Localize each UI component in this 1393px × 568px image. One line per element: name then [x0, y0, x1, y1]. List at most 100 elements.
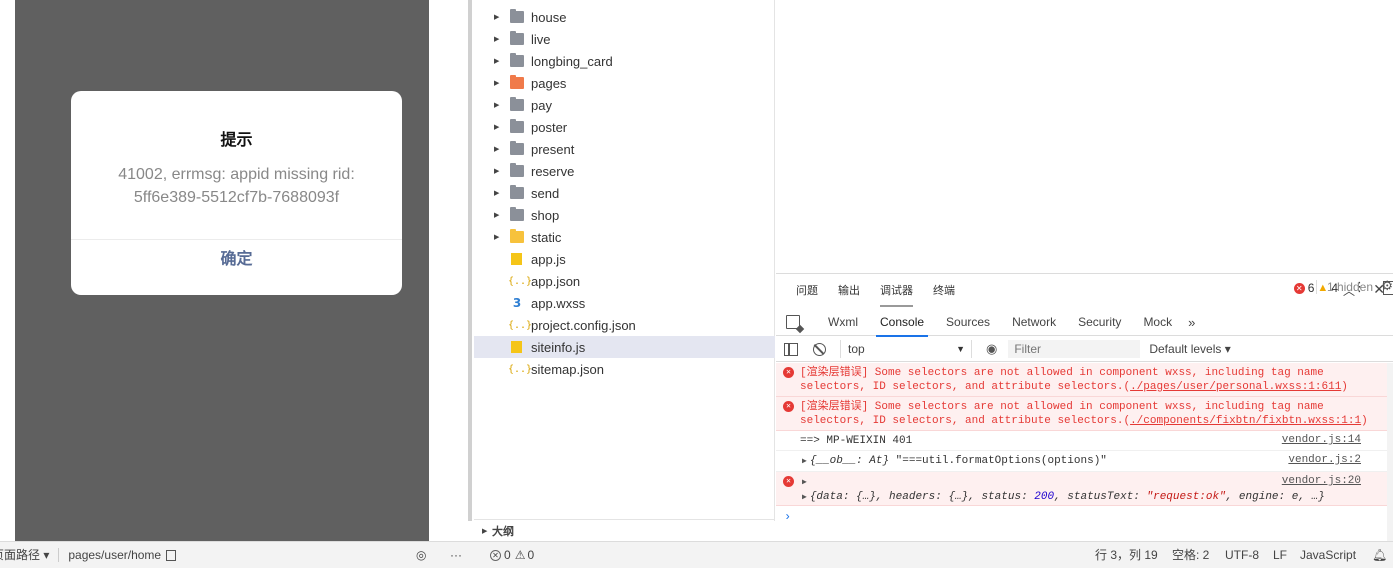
tree-item-label: shop [531, 207, 560, 223]
eye-icon[interactable]: ◉ [986, 341, 997, 357]
tree-folder-reserve[interactable]: ▶ reserve [474, 160, 775, 182]
folder-pages-icon [510, 75, 524, 89]
tab-sources[interactable]: Sources [946, 309, 990, 336]
preview-eye[interactable]: ◎ [416, 542, 426, 568]
tree-folder-live[interactable]: ▶ live [474, 28, 775, 50]
copy-icon[interactable] [166, 549, 177, 561]
caret-right-icon[interactable]: ▶ [494, 79, 504, 87]
caret-right-icon[interactable]: ▶ [494, 123, 504, 131]
problems-summary[interactable]: ✕ 0 ⚠ 0 [490, 542, 534, 568]
tab-problems[interactable]: 问题 [796, 278, 818, 302]
tree-folder-house[interactable]: ▶ house [474, 6, 775, 28]
filter-input[interactable] [1008, 340, 1141, 358]
context-select[interactable]: top ▼ [840, 340, 972, 358]
tab-wxml[interactable]: Wxml [828, 309, 858, 336]
more-options[interactable]: ··· [450, 542, 462, 568]
caret-right-icon[interactable]: ▶ [494, 189, 504, 197]
page-path[interactable]: 页面路径 ▾ pages/user/home [0, 542, 177, 568]
inspect-element-icon[interactable] [786, 315, 800, 329]
log-entry-error: ✕ ▶ ▶ {data: {…}, headers: {…}, status: 2… [776, 472, 1393, 506]
console-toolbar: top ▼ ◉ Default levels ▾ [776, 337, 1393, 362]
confirm-button[interactable]: 确定 [71, 240, 402, 295]
tab-network[interactable]: Network [1012, 309, 1056, 336]
modal-message-line1: 41002, errmsg: appid missing rid: [118, 166, 355, 183]
status-bar: 页面路径 ▾ pages/user/home ◎ ··· ✕ 0 ⚠ 0 行 3… [0, 541, 1393, 568]
dropdown-arrow-icon: ▼ [956, 344, 965, 354]
tree-file-app-wxss[interactable]: 3 app.wxss [474, 292, 775, 314]
more-icon[interactable]: ··· [450, 542, 462, 568]
source-link[interactable]: vendor.js:20 [1282, 475, 1361, 487]
caret-right-icon[interactable]: ▶ [494, 233, 504, 241]
sidebar-toggle-icon[interactable] [784, 342, 798, 356]
tree-file-siteinfo-js[interactable]: siteinfo.js [474, 336, 775, 358]
expand-arrow-icon[interactable]: ▶ [802, 457, 807, 466]
source-link[interactable]: vendor.js:14 [1282, 434, 1361, 446]
folder-icon [510, 97, 524, 111]
tree-folder-static[interactable]: ▶ static [474, 226, 775, 248]
caret-right-icon[interactable]: ▶ [494, 57, 504, 65]
clear-console-icon[interactable] [813, 342, 826, 356]
cursor-position[interactable]: 行 3，列 19 [1095, 542, 1158, 568]
tree-file-app-js[interactable]: app.js [474, 248, 775, 270]
tree-folder-pages[interactable]: ▶ pages [474, 72, 775, 94]
caret-right-icon[interactable]: ▶ [482, 527, 492, 535]
expand-arrow-icon[interactable]: ▶ [802, 493, 807, 502]
tree-folder-shop[interactable]: ▶ shop [474, 204, 775, 226]
log-entry: ==> MP-WEIXIN 401 vendor.js:14 [776, 431, 1393, 451]
folder-icon [510, 207, 524, 221]
tree-folder-send[interactable]: ▶ send [474, 182, 775, 204]
tab-output[interactable]: 输出 [838, 278, 860, 302]
gear-icon[interactable]: ⚙ [1381, 278, 1393, 294]
tab-console[interactable]: Console [875, 309, 929, 337]
source-link[interactable]: ./components/fixbtn/fixbtn.wxss:1:1 [1130, 415, 1361, 427]
tree-folder-longbing-card[interactable]: ▶ longbing_card [474, 50, 775, 72]
tab-terminal[interactable]: 终端 [933, 278, 955, 302]
caret-right-icon[interactable]: ▶ [494, 211, 504, 219]
error-icon: ✕ [783, 401, 794, 412]
outline-section[interactable]: ▶ 大纲 [474, 519, 775, 541]
page-path-label[interactable]: 页面路径 ▾ [0, 542, 49, 568]
tab-mock[interactable]: Mock [1143, 309, 1172, 336]
encoding[interactable]: UTF-8 [1225, 542, 1259, 568]
expand-arrow-icon[interactable]: ▶ [802, 478, 807, 487]
tree-item-label: siteinfo.js [531, 339, 586, 355]
tab-debugger[interactable]: 调试器 [880, 278, 913, 307]
language-mode[interactable]: JavaScript [1300, 542, 1356, 568]
divider [58, 548, 60, 562]
bell-icon[interactable]: 🔔︎ [1372, 542, 1387, 568]
caret-right-icon[interactable]: ▶ [494, 167, 504, 175]
tree-item-label: reserve [531, 163, 575, 179]
caret-right-icon[interactable]: ▶ [494, 35, 504, 43]
log-message: [渲染层错误] Some selectors are not allowed i… [800, 401, 1368, 427]
tree-file-project-config-json[interactable]: {..} project.config.json [474, 314, 775, 336]
caret-right-icon[interactable]: ▶ [494, 145, 504, 153]
tree-file-app-json[interactable]: {..} app.json [474, 270, 775, 292]
js-file-icon [511, 253, 522, 265]
tree-item-label: app.js [531, 251, 566, 267]
line-ending[interactable]: LF [1273, 542, 1287, 568]
caret-right-icon[interactable]: ▶ [494, 13, 504, 21]
console-prompt-icon[interactable]: › [784, 510, 791, 524]
tree-item-label: sitemap.json [531, 361, 604, 377]
tree-item-label: poster [531, 119, 568, 135]
tree-folder-present[interactable]: ▶ present [474, 138, 775, 160]
status-error-count: 0 [504, 548, 511, 562]
editor-area[interactable] [776, 0, 1393, 273]
log-levels-select[interactable]: Default levels ▾ [1149, 342, 1230, 356]
tree-item-label: static [531, 229, 562, 245]
more-tabs-icon[interactable]: » [1188, 315, 1195, 330]
source-link[interactable]: ./pages/user/personal.wxss:1:611 [1130, 381, 1341, 393]
console-scrollbar[interactable] [1387, 363, 1393, 542]
indent-setting[interactable]: 空格: 2 [1172, 542, 1209, 568]
source-link[interactable]: vendor.js:2 [1288, 454, 1361, 466]
tab-security[interactable]: Security [1078, 309, 1121, 336]
simulator-scrollbar[interactable] [468, 0, 472, 521]
json-file-icon: {..} [508, 363, 533, 375]
js-file-icon [511, 341, 522, 353]
tree-folder-poster[interactable]: ▶ poster [474, 116, 775, 138]
tree-folder-pay[interactable]: ▶ pay [474, 94, 775, 116]
caret-right-icon[interactable]: ▶ [494, 101, 504, 109]
tree-file-sitemap-json[interactable]: {..} sitemap.json [474, 358, 775, 380]
response-object[interactable]: {data: {…}, headers: {…}, status: 200, s… [810, 491, 1325, 503]
eye-icon[interactable]: ◎ [416, 542, 426, 568]
